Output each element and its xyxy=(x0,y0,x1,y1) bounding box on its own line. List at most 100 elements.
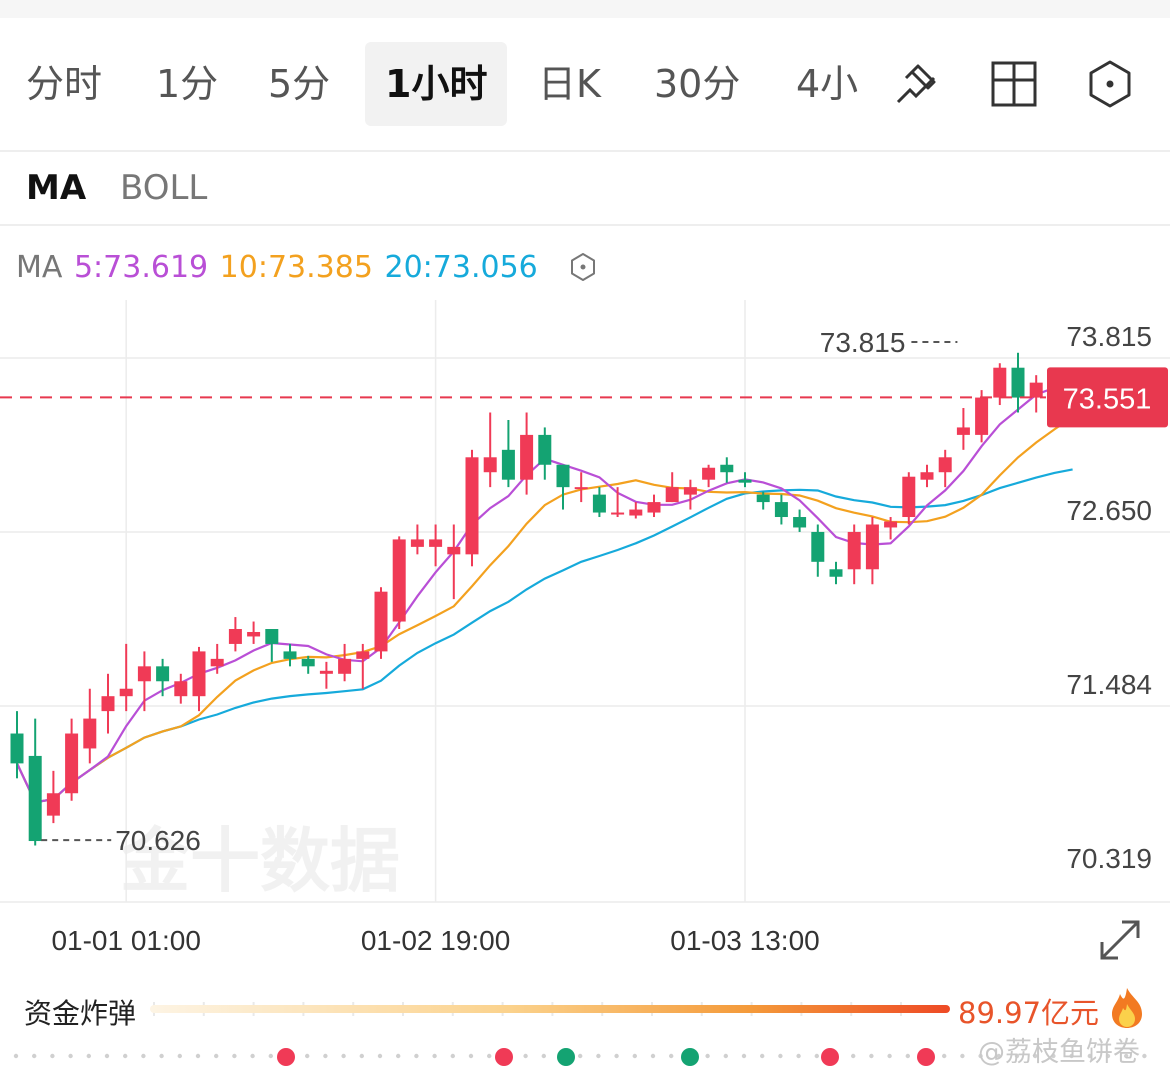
indicator-tab-boll[interactable]: BOLL xyxy=(120,168,207,208)
event-dot xyxy=(414,1053,419,1059)
event-dot xyxy=(377,1053,383,1059)
candle-body xyxy=(101,696,115,712)
divider xyxy=(0,224,1170,226)
candle xyxy=(228,617,242,652)
candle-body xyxy=(793,517,807,528)
event-dot xyxy=(541,1053,546,1059)
timeframe-tabs: 分时 1分 5分 1小时 日K 30分 4小 xyxy=(0,18,1170,150)
tab-30min[interactable]: 30分 xyxy=(654,42,740,126)
event-dot xyxy=(960,1053,965,1059)
event-dot xyxy=(13,1053,19,1059)
event-dot xyxy=(341,1053,346,1059)
ma-settings-icon[interactable] xyxy=(567,251,599,283)
candle xyxy=(192,646,206,712)
candle xyxy=(374,587,388,659)
candle-body xyxy=(174,681,188,697)
candle xyxy=(629,502,643,519)
event-dot xyxy=(50,1053,55,1059)
event-marker[interactable] xyxy=(557,1048,575,1066)
x-tick-label: 01-03 13:00 xyxy=(670,925,819,956)
candle-body xyxy=(410,539,424,547)
event-dot xyxy=(123,1053,128,1059)
candle-body xyxy=(392,539,406,622)
candle xyxy=(429,524,443,567)
candle-body xyxy=(738,479,752,483)
candle xyxy=(156,658,170,697)
settings-hex-icon[interactable] xyxy=(1084,58,1136,110)
candle-body xyxy=(319,670,333,674)
event-dot xyxy=(68,1053,73,1059)
candle xyxy=(683,479,697,510)
event-dot xyxy=(250,1053,255,1059)
y-tick-label: 71.484 xyxy=(1066,669,1152,700)
candle xyxy=(283,643,297,667)
draw-tool-icon[interactable] xyxy=(890,58,942,110)
candle-body xyxy=(647,502,661,513)
event-dot xyxy=(1142,1053,1147,1059)
candle xyxy=(1011,352,1025,413)
y-tick-label: 72.650 xyxy=(1066,495,1152,526)
grid-layout-icon[interactable] xyxy=(988,58,1040,110)
event-marker[interactable] xyxy=(821,1048,839,1066)
event-dot xyxy=(32,1053,37,1059)
tab-fenshi[interactable]: 分时 xyxy=(26,42,102,126)
indicator-tab-ma[interactable]: MA xyxy=(26,168,86,208)
event-dot xyxy=(450,1053,455,1059)
ma10-value: 10:73.385 xyxy=(219,250,373,285)
candle xyxy=(956,408,970,450)
candle xyxy=(829,561,843,585)
candle xyxy=(993,363,1007,406)
candle-body xyxy=(520,434,534,480)
candle xyxy=(611,487,625,518)
fire-icon xyxy=(1112,988,1142,1028)
event-marker[interactable] xyxy=(917,1048,935,1066)
candle xyxy=(902,472,916,525)
candle-body xyxy=(119,688,133,697)
candle xyxy=(647,494,661,518)
tab-4hour[interactable]: 4小 xyxy=(796,42,866,126)
candle xyxy=(447,524,461,600)
event-dot xyxy=(468,1053,474,1059)
ma-legend-prefix: MA xyxy=(16,250,63,285)
x-tick-label: 01-01 01:00 xyxy=(51,925,200,956)
event-marker[interactable] xyxy=(277,1048,295,1066)
tab-daily[interactable]: 日K xyxy=(538,42,601,126)
event-dot xyxy=(942,1053,947,1059)
candle-body xyxy=(829,569,843,577)
candle xyxy=(920,464,934,488)
candle-body xyxy=(592,494,606,513)
candle-body xyxy=(574,487,588,490)
candle-body xyxy=(1011,367,1025,398)
candle xyxy=(392,536,406,630)
candle xyxy=(520,412,534,495)
candle-body xyxy=(756,494,770,503)
tab-1hour[interactable]: 1小时 xyxy=(365,42,508,126)
event-dot xyxy=(432,1053,437,1059)
candle-body xyxy=(192,651,206,697)
candle-body xyxy=(483,457,497,473)
candle-body xyxy=(447,546,461,555)
event-dot xyxy=(86,1053,92,1059)
candle-body xyxy=(611,512,625,515)
candle-body xyxy=(538,434,552,465)
candlestick-chart[interactable]: 73.815 72.650 71.484 70.319 01-01 01:00 01-02… xyxy=(0,300,1170,980)
candle xyxy=(319,661,333,689)
event-dot xyxy=(268,1053,273,1059)
candle xyxy=(501,419,515,488)
event-dot xyxy=(596,1053,601,1059)
candle-body xyxy=(301,658,315,667)
candle-body xyxy=(683,487,697,495)
candle-body xyxy=(83,718,97,749)
event-dot xyxy=(487,1053,492,1059)
candle xyxy=(410,524,424,555)
event-dot xyxy=(905,1053,910,1059)
tab-5min[interactable]: 5分 xyxy=(268,42,330,126)
candle xyxy=(592,487,606,518)
event-dot xyxy=(741,1053,747,1059)
candle-body xyxy=(720,464,734,473)
event-marker[interactable] xyxy=(495,1048,513,1066)
event-marker[interactable] xyxy=(681,1048,699,1066)
tab-1min[interactable]: 1分 xyxy=(156,42,218,126)
status-strip xyxy=(0,0,1170,18)
candle xyxy=(702,464,716,488)
